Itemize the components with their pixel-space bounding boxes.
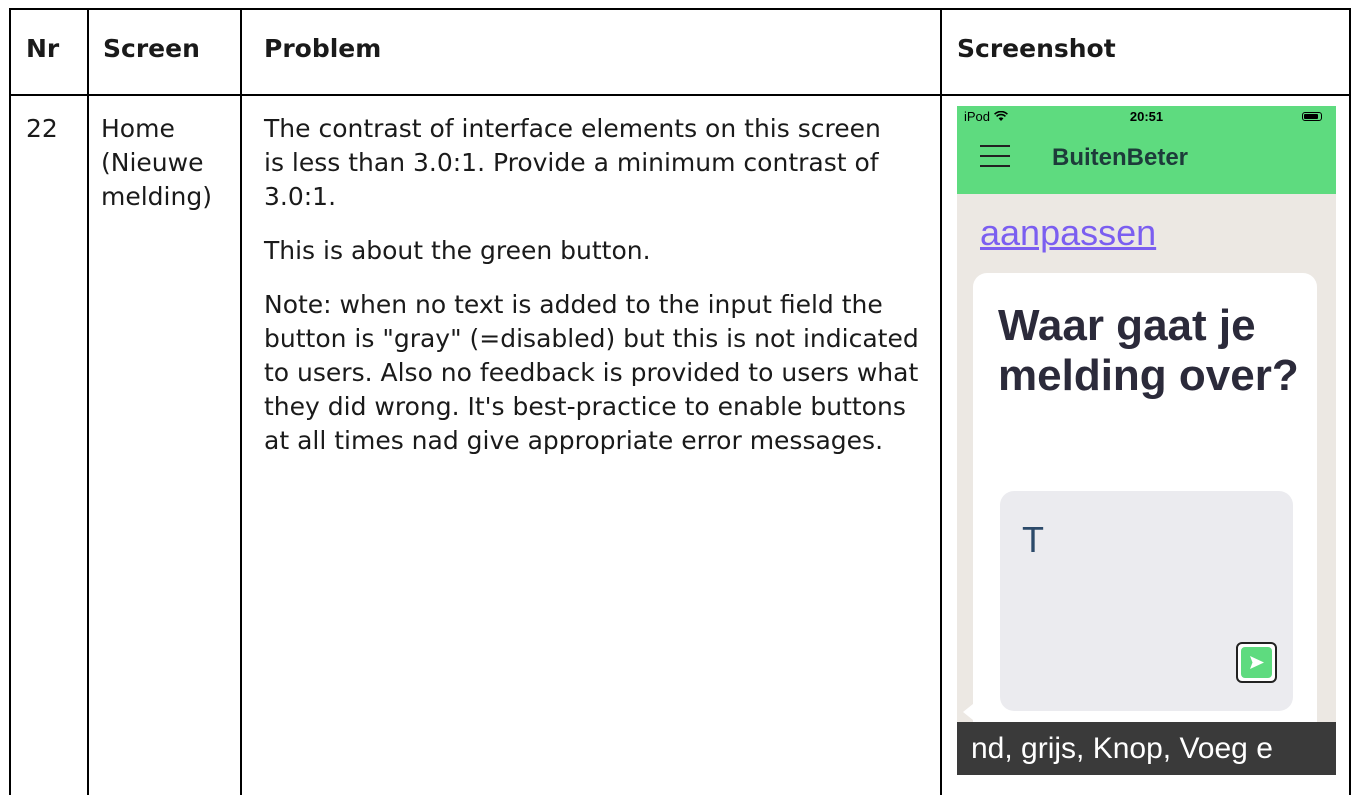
row-nr: 22 <box>26 114 58 143</box>
header-problem: Problem <box>264 34 382 63</box>
problem-paragraph: This is about the green button. <box>264 236 651 265</box>
screen-line: Home <box>101 114 175 143</box>
status-time: 20:51 <box>1129 109 1164 124</box>
column-divider-1 <box>87 8 89 795</box>
row-problem: The contrast of interface elements on th… <box>264 112 936 478</box>
table-border-left <box>9 8 11 795</box>
column-divider-3 <box>940 8 942 795</box>
screen-line: melding) <box>101 182 212 211</box>
caption-text: nd, grijs, Knop, Voeg e <box>971 732 1273 765</box>
card-title: Waar gaat je melding over? <box>998 301 1299 400</box>
send-arrow-icon <box>1250 656 1264 669</box>
app-title: BuitenBeter <box>1052 144 1189 171</box>
voiceover-caption: nd, grijs, Knop, Voeg e <box>957 722 1336 775</box>
problem-paragraph: Note: when no text is added to the input… <box>264 290 919 455</box>
report-card: Waar gaat je melding over? T <box>973 273 1317 773</box>
table-header-divider <box>9 94 1351 96</box>
app-screenshot: iPod 20:51 BuitenBeter aanpassen Waar ga… <box>957 106 1336 775</box>
app-header: iPod 20:51 BuitenBeter <box>957 106 1336 194</box>
header-nr: Nr <box>26 34 60 63</box>
hamburger-menu-icon[interactable] <box>980 145 1010 167</box>
edit-link[interactable]: aanpassen <box>980 212 1156 254</box>
row-screen: Home (Nieuwe melding) <box>101 112 236 214</box>
problem-paragraph: The contrast of interface elements on th… <box>264 114 881 211</box>
card-pointer <box>963 704 973 720</box>
header-screen: Screen <box>103 34 200 63</box>
column-divider-2 <box>240 8 242 795</box>
header-screenshot: Screenshot <box>957 34 1116 63</box>
screen-line: (Nieuwe <box>101 148 204 177</box>
send-button[interactable] <box>1236 642 1277 683</box>
report-input[interactable]: T <box>1000 491 1293 711</box>
table-border-top <box>9 8 1351 10</box>
input-value: T <box>1022 519 1044 560</box>
battery-icon <box>1302 112 1322 121</box>
